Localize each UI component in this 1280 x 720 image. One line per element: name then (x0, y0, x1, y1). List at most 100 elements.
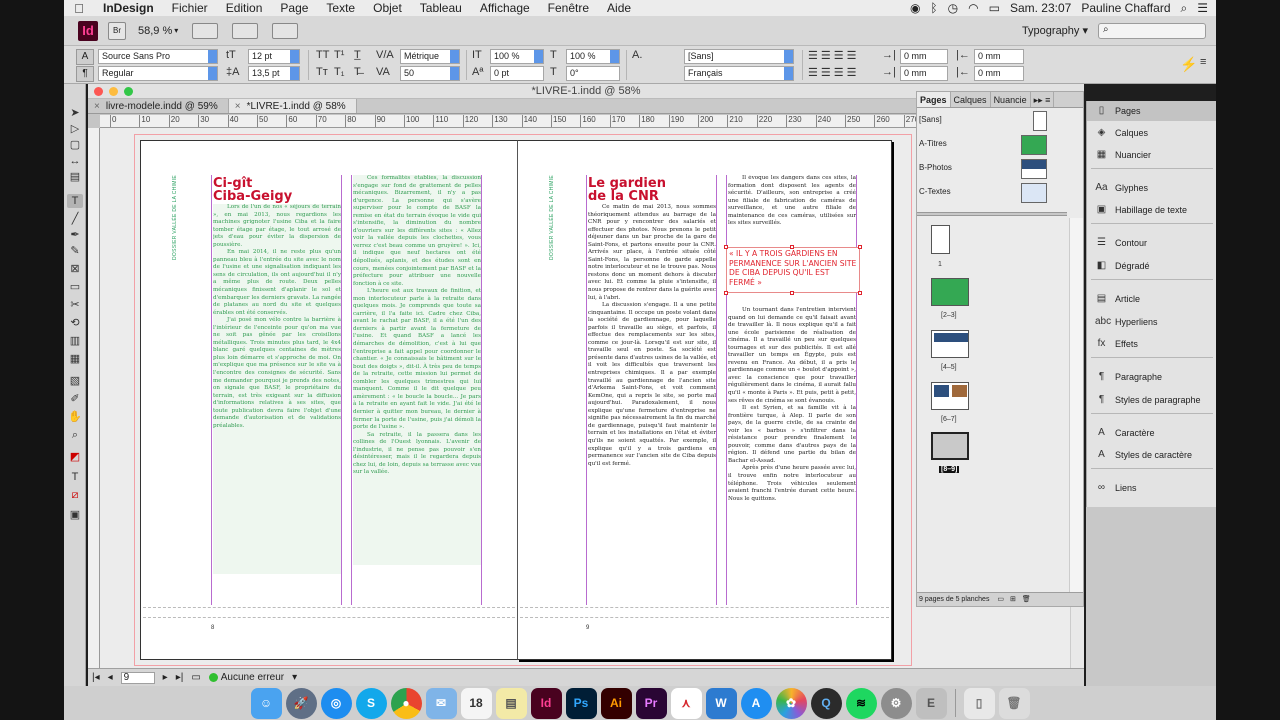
pages-panel-scrollbar[interactable] (1069, 218, 1083, 592)
page-9[interactable]: DOSSIER VALLÉE DE LA CHIMIE Le gardien d… (517, 140, 892, 660)
frame-handle[interactable] (858, 245, 862, 249)
spread-thumbnail-2-3[interactable] (931, 278, 969, 306)
spotlight-icon[interactable]: ⌕ (1181, 1, 1188, 16)
font-family-field[interactable]: Source Sans Pro (98, 49, 218, 64)
skew-field[interactable]: 0° (566, 66, 620, 81)
delete-page-icon[interactable]: 🗑 (1022, 596, 1031, 603)
master-a-titres[interactable]: A-Titres (919, 134, 1065, 156)
quicktime-icon[interactable]: Q (810, 687, 842, 719)
formatting-affects-text-icon[interactable]: T (67, 470, 83, 484)
tab-livre-1[interactable]: × *LIVRE-1.indd @ 58% (228, 99, 357, 113)
skype-icon[interactable]: S (355, 687, 387, 719)
subscript-icon[interactable]: T₁ (334, 66, 344, 78)
right-indent-field[interactable]: 0 mm (974, 49, 1024, 64)
menu-edition[interactable]: Edition (217, 1, 272, 15)
panel-effets[interactable]: fx Effets (1087, 334, 1216, 354)
clock-sync-icon[interactable]: ◷ (948, 1, 958, 15)
panel-contour[interactable]: ☰ Contour (1087, 233, 1216, 253)
align-buttons-row-2[interactable]: ☰☰☰☰ (808, 66, 859, 79)
superscript-icon[interactable]: T¹ (334, 49, 344, 61)
panel-glyphes[interactable]: Aa Glyphes (1087, 178, 1216, 198)
frame-handle[interactable] (724, 245, 728, 249)
panel-degrade[interactable]: ◧ Dégradé (1087, 256, 1216, 276)
frame-handle[interactable] (858, 291, 862, 295)
bridge-button[interactable]: Br (108, 21, 126, 40)
pen-tool-icon[interactable]: ✒ (67, 228, 83, 242)
zoom-dropdown-icon[interactable]: ▾ (174, 26, 178, 35)
gradient-swatch-tool-icon[interactable]: ▥ (67, 334, 83, 348)
page-8[interactable]: DOSSIER VALLÉE DE LA CHIMIE Ci-gît Ciba-… (140, 140, 517, 660)
new-page-icon[interactable]: ⊞ (1010, 596, 1016, 603)
view-options-button[interactable] (192, 22, 219, 39)
menu-fenetre[interactable]: Fenêtre (539, 1, 598, 15)
type-tool-icon[interactable]: T (67, 194, 83, 208)
quick-apply-icon[interactable]: ⚡ (1180, 56, 1197, 73)
indesign-icon[interactable]: Id (530, 687, 562, 719)
panel-menu-icon[interactable]: ▸▸ ≡ (1031, 92, 1055, 107)
panel-nuancier[interactable]: ▦ Nuancier (1087, 145, 1216, 165)
spread-thumbnail-4-5[interactable] (931, 330, 969, 358)
chrome-icon[interactable]: ● (390, 687, 422, 719)
font-style-field[interactable]: Regular (98, 66, 218, 81)
first-line-indent-field[interactable]: 0 mm (900, 66, 948, 81)
small-caps-icon[interactable]: Tᴛ (316, 66, 328, 78)
left-indent-field[interactable]: 0 mm (900, 49, 948, 64)
frame-handle[interactable] (790, 245, 794, 249)
panel-styles-caractere[interactable]: A Styles de caractère (1087, 445, 1216, 465)
apply-none-icon[interactable]: ⧄ (67, 488, 83, 502)
apple-icon[interactable]:  (64, 1, 94, 16)
zoom-window-icon[interactable] (124, 87, 133, 96)
panel-divider[interactable] (917, 212, 1067, 216)
first-page-icon[interactable]: |◂ (92, 672, 100, 683)
text-frame-column-1[interactable]: Lors de l'un de nos « séjours de terrain… (213, 204, 341, 574)
spread-thumbnail-8-9-selected[interactable] (931, 432, 969, 460)
language-field[interactable]: Français (684, 66, 794, 81)
menu-objet[interactable]: Objet (364, 1, 411, 15)
panel-article[interactable]: ▤ Article (1087, 289, 1216, 309)
menu-affichage[interactable]: Affichage (471, 1, 539, 15)
menu-aide[interactable]: Aide (598, 1, 640, 15)
close-window-icon[interactable] (94, 87, 103, 96)
font-size-field[interactable]: 12 pt (248, 49, 300, 64)
battery-icon[interactable]: ▭ (989, 1, 1000, 15)
safari-icon[interactable]: ◎ (320, 687, 352, 719)
photoshop-icon[interactable]: Ps (565, 687, 597, 719)
calendar-icon[interactable]: 18 (460, 687, 492, 719)
article-heading-line-2[interactable]: Ciba-Geigy (213, 190, 292, 203)
trash-icon[interactable]: 🗑 (998, 687, 1030, 719)
photos-icon[interactable]: ✿ (775, 687, 807, 719)
close-tab-icon[interactable]: × (235, 101, 241, 112)
baseline-shift-field[interactable]: 0 pt (490, 66, 544, 81)
note-tool-icon[interactable]: ▧ (67, 374, 83, 388)
kerning-field[interactable]: Métrique (400, 49, 460, 64)
wifi-icon[interactable]: ◠ (968, 1, 978, 15)
notes-icon[interactable]: ▤ (495, 687, 527, 719)
menu-page[interactable]: Page (271, 1, 317, 15)
control-menu-icon[interactable]: ≡ (1200, 56, 1206, 68)
screen-mode-icon[interactable]: ▣ (67, 508, 83, 522)
documents-stack-icon[interactable]: ▯ (963, 687, 995, 719)
screen-mode-button[interactable] (232, 22, 259, 39)
mail-icon[interactable]: ✉ (425, 687, 457, 719)
menu-texte[interactable]: Texte (317, 1, 364, 15)
workspace-switcher[interactable]: Typography ▾ (1022, 24, 1088, 37)
align-buttons-row-1[interactable]: ☰☰☰☰ (808, 49, 859, 62)
page-thumbnail-1[interactable] (931, 225, 950, 254)
panel-caractere[interactable]: A Caractère (1087, 423, 1216, 443)
rectangle-tool-icon[interactable]: ▭ (67, 280, 83, 294)
panel-styles-paragraphe[interactable]: ¶ Styles de paragraphe (1087, 390, 1216, 410)
minimize-window-icon[interactable] (109, 87, 118, 96)
finder-icon[interactable]: ☺ (250, 687, 282, 719)
paragraph-mode-button[interactable]: ¶ (76, 66, 94, 82)
menu-fichier[interactable]: Fichier (163, 1, 217, 15)
edit-page-size-icon[interactable]: ▭ (997, 596, 1004, 603)
panel-calques[interactable]: ◈ Calques (1087, 123, 1216, 143)
spotify-icon[interactable]: ≋ (845, 687, 877, 719)
scissors-tool-icon[interactable]: ✂ (67, 298, 83, 312)
arrange-documents-button[interactable] (272, 22, 299, 39)
vertical-ruler[interactable] (88, 128, 100, 668)
fill-stroke-swatch-icon[interactable]: ◩ (67, 450, 83, 464)
eyedropper-tool-icon[interactable]: ✐ (67, 392, 83, 406)
tab-nuancier[interactable]: Nuancie (991, 92, 1031, 107)
pull-quote-frame[interactable]: « IL Y A TROIS GARDIENS EN PERMANENCE SU… (724, 245, 862, 295)
